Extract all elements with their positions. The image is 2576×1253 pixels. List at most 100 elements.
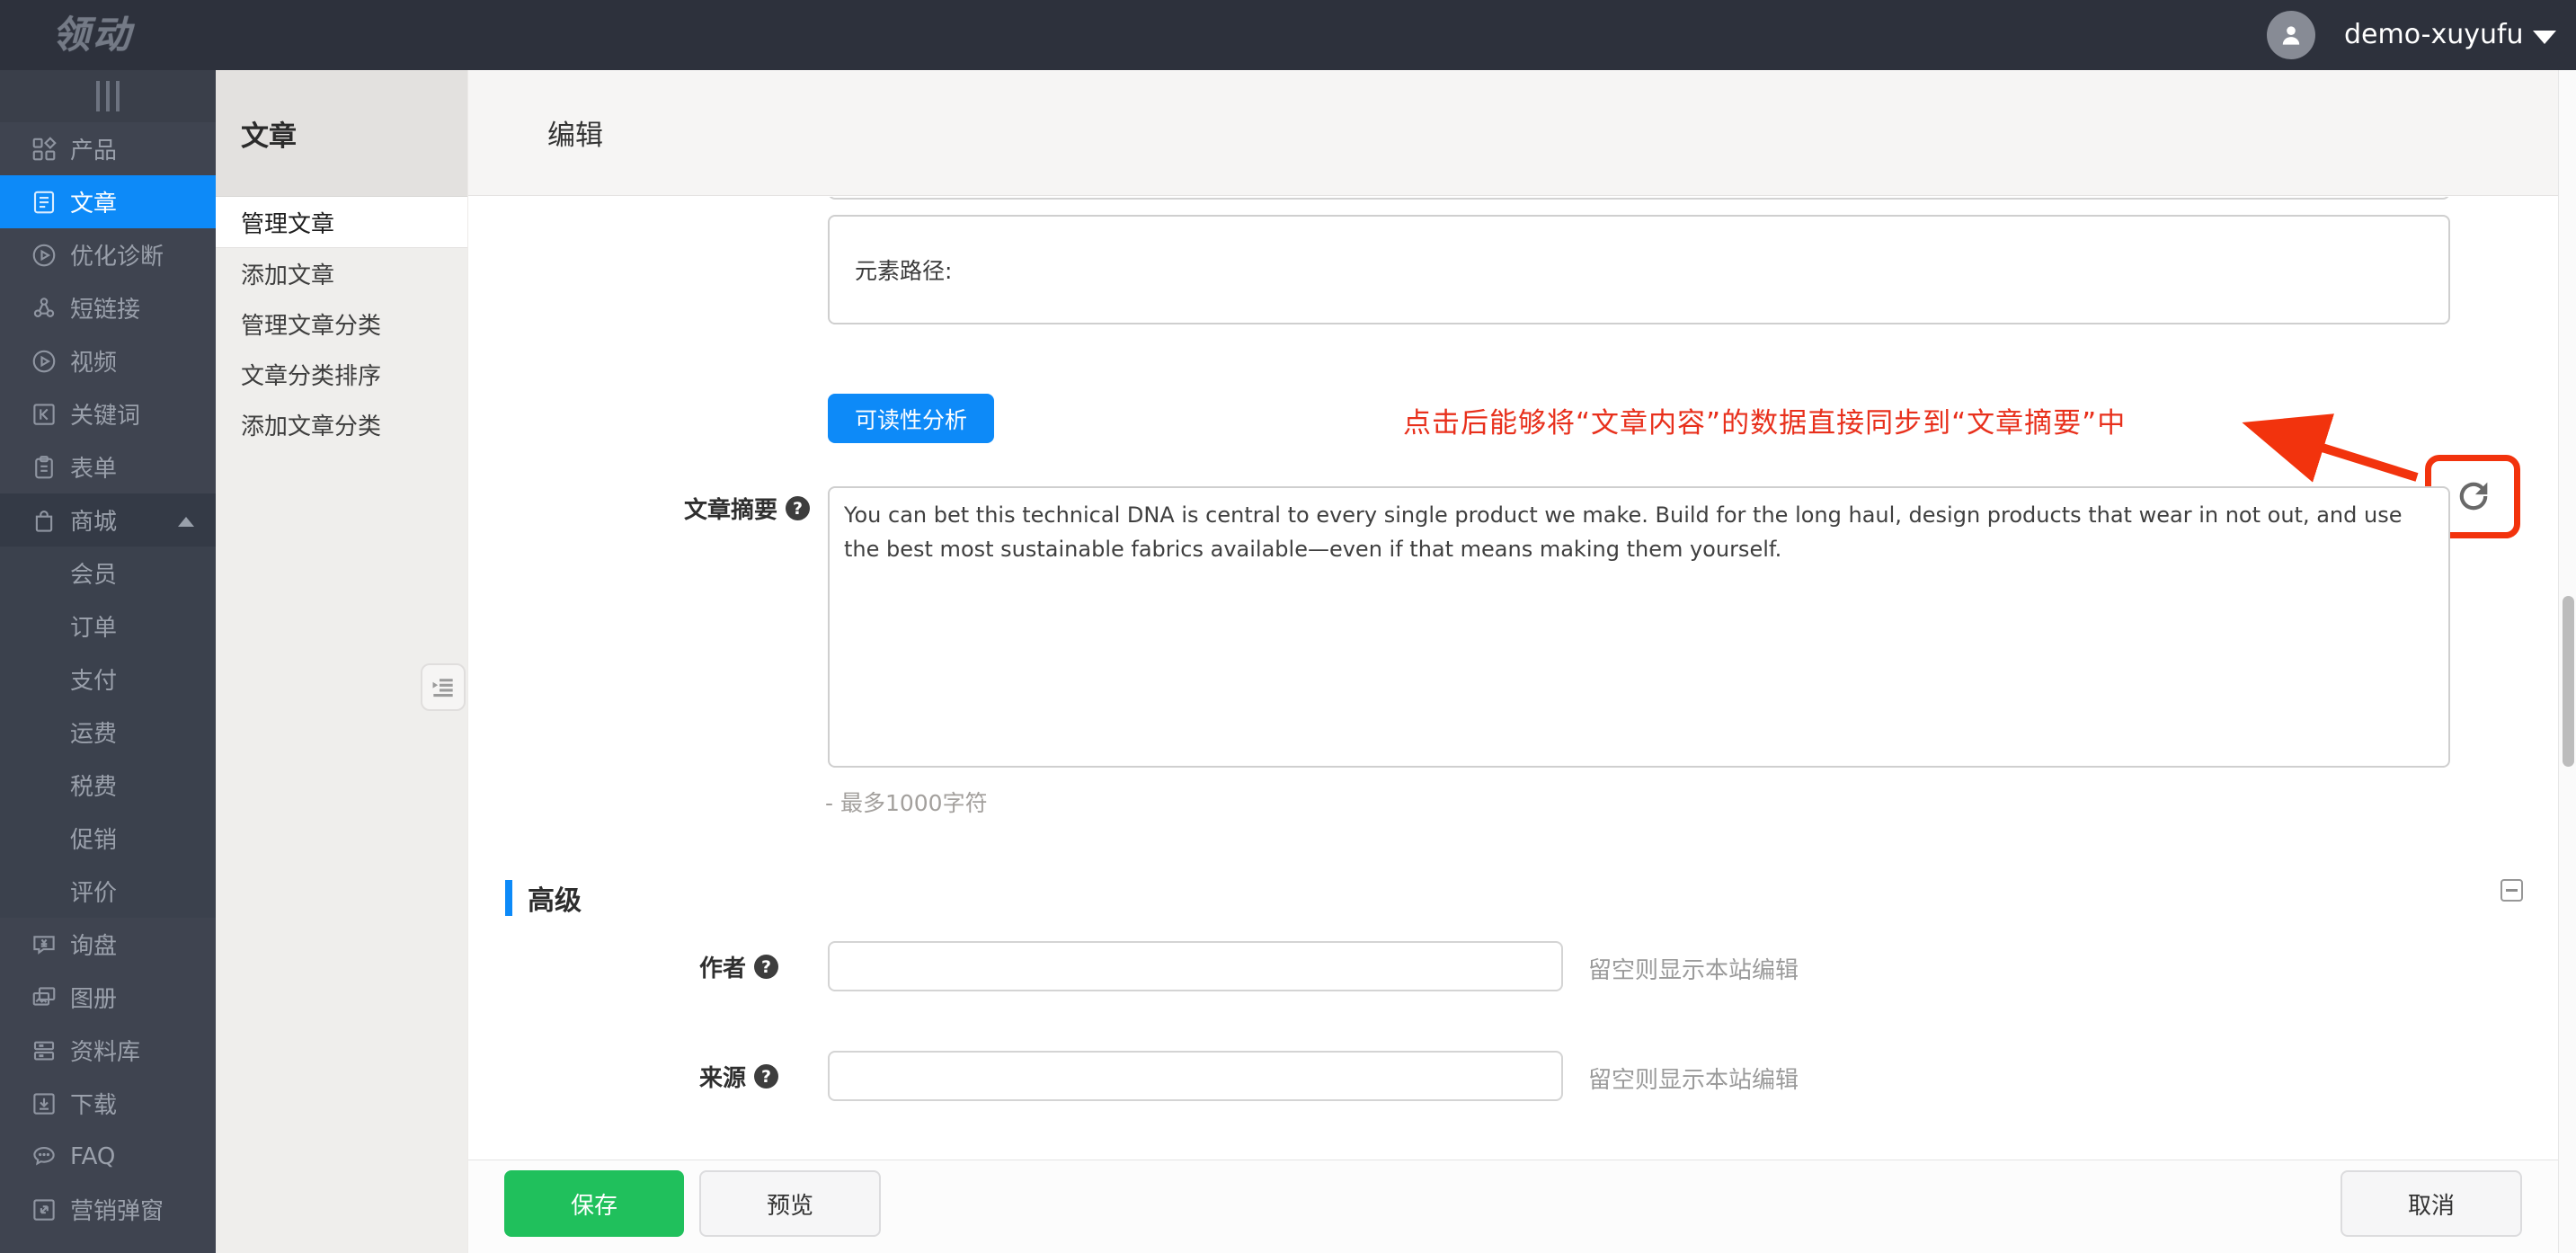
- refresh-icon: [2459, 482, 2488, 511]
- primary-sidebar: 产品文章优化诊断短链接视频关键词表单商城会员订单支付运费税费促销评价询盘图册资料…: [0, 70, 216, 1253]
- summary-hint: - 最多1000字符: [825, 790, 988, 816]
- sidebar-item-4[interactable]: 视频: [0, 334, 216, 387]
- sidebar-collapse-handle[interactable]: [0, 70, 216, 122]
- sidebar-item-label: 优化诊断: [70, 244, 164, 271]
- sidebar-item-label: 资料库: [70, 1039, 141, 1066]
- sidebar-item-5[interactable]: 关键词: [0, 387, 216, 440]
- diagnosis-play-icon: [31, 242, 58, 269]
- author-label-text: 作者: [698, 955, 746, 982]
- user-avatar[interactable]: [2267, 11, 2315, 59]
- sidebar-item-label: FAQ: [70, 1142, 116, 1170]
- sidebar-item-11[interactable]: 运费: [0, 706, 216, 759]
- help-icon[interactable]: ?: [754, 1064, 778, 1089]
- advanced-title: 高级: [528, 885, 582, 917]
- sidebar-item-14[interactable]: 评价: [0, 865, 216, 918]
- sidebar-item-10[interactable]: 支付: [0, 653, 216, 706]
- sidebar-item-15[interactable]: 询盘: [0, 918, 216, 971]
- form-footer: 保存 预览 取消: [468, 1160, 2559, 1253]
- sidebar-item-label: 表单: [70, 456, 118, 483]
- sidebar-item-label: 产品: [70, 138, 118, 164]
- video-play-icon: [31, 348, 58, 375]
- shortlink-nodes-icon: [31, 295, 58, 322]
- sidebar-item-label: 询盘: [70, 933, 118, 960]
- sidebar-menu: 产品文章优化诊断短链接视频关键词表单商城会员订单支付运费税费促销评价询盘图册资料…: [0, 122, 216, 1236]
- sidebar-item-label: 评价: [70, 880, 118, 907]
- sidebar-item-18[interactable]: 下载: [0, 1077, 216, 1130]
- products-grid-icon: [31, 136, 58, 163]
- gallery-image-icon: [31, 984, 58, 1011]
- annotation-arrow: [2242, 413, 2419, 483]
- summary-field-label: 文章摘要 ?: [540, 492, 810, 525]
- sidebar-item-label: 文章: [70, 191, 118, 218]
- sidebar-item-17[interactable]: 资料库: [0, 1024, 216, 1077]
- author-input[interactable]: [828, 941, 1563, 991]
- element-path-label: 元素路径:: [855, 258, 953, 284]
- submenu-item-4[interactable]: 添加文章分类: [216, 399, 467, 449]
- section-collapse-button[interactable]: [2500, 879, 2523, 902]
- readability-analysis-button[interactable]: 可读性分析: [828, 394, 994, 443]
- author-hint: 留空则显示本站编辑: [1588, 957, 1799, 984]
- form-content: 元素路径: 可读性分析 点击后能够将“文章内容”的数据直接同步到“文章摘要”中: [468, 197, 2559, 1160]
- sidebar-item-20[interactable]: 营销弹窗: [0, 1183, 216, 1236]
- person-icon: [2282, 26, 2300, 45]
- mall-bag-icon: [31, 507, 58, 534]
- article-icon: [31, 189, 58, 216]
- download-icon: [31, 1090, 58, 1117]
- summary-textarea[interactable]: You can bet this technical DNA is centra…: [828, 486, 2450, 768]
- faq-bubble-icon: [31, 1143, 58, 1170]
- cancel-button[interactable]: 取消: [2341, 1170, 2522, 1237]
- sidebar-item-label: 营销弹窗: [70, 1198, 164, 1225]
- inquiry-bubble-icon: [31, 931, 58, 958]
- sidebar-item-6[interactable]: 表单: [0, 440, 216, 493]
- sidebar-item-16[interactable]: 图册: [0, 971, 216, 1024]
- sidebar-item-label: 下载: [70, 1092, 118, 1119]
- sidebar-item-label: 税费: [70, 774, 118, 801]
- author-field-label: 作者 ?: [522, 950, 778, 983]
- username-label[interactable]: demo-xuyufu: [2344, 0, 2524, 70]
- submenu-item-1[interactable]: 添加文章: [216, 248, 467, 298]
- top-bar: 领动 demo-xuyufu: [0, 0, 2576, 70]
- sidebar-item-19[interactable]: FAQ: [0, 1130, 216, 1183]
- sidebar-item-label: 短链接: [70, 297, 141, 324]
- preview-button[interactable]: 预览: [699, 1170, 881, 1237]
- sidebar-item-2[interactable]: 优化诊断: [0, 228, 216, 281]
- sidebar-item-label: 运费: [70, 721, 118, 748]
- caret-down-icon[interactable]: [2533, 31, 2556, 44]
- help-icon[interactable]: ?: [786, 496, 810, 520]
- scrollbar-thumb[interactable]: [2563, 596, 2574, 767]
- sidebar-item-0[interactable]: 产品: [0, 122, 216, 175]
- save-button[interactable]: 保存: [504, 1170, 684, 1237]
- sidebar-item-label: 支付: [70, 668, 118, 695]
- submenu-item-0[interactable]: 管理文章: [216, 197, 467, 248]
- brand-logo: 领动: [52, 13, 134, 57]
- section-accent-bar: [505, 880, 512, 916]
- sync-refresh-button[interactable]: [2453, 475, 2494, 517]
- scrollbar-track: [2558, 70, 2576, 1253]
- annotation-text: 点击后能够将“文章内容”的数据直接同步到“文章摘要”中: [1403, 407, 2127, 440]
- advanced-section-header: 高级: [505, 880, 582, 917]
- indent-left-icon: [432, 678, 453, 697]
- sidebar-item-12[interactable]: 税费: [0, 759, 216, 812]
- sidebar-item-13[interactable]: 促销: [0, 812, 216, 865]
- sidebar-item-label: 会员: [70, 562, 118, 589]
- sidebar-item-3[interactable]: 短链接: [0, 281, 216, 334]
- chevron-up-icon: [178, 517, 194, 527]
- submenu-item-2[interactable]: 管理文章分类: [216, 298, 467, 349]
- sidebar-item-8[interactable]: 会员: [0, 547, 216, 600]
- source-input[interactable]: [828, 1051, 1563, 1101]
- submenu-toggle-button[interactable]: [421, 663, 466, 711]
- sidebar-item-7[interactable]: 商城: [0, 493, 216, 547]
- source-hint: 留空则显示本站编辑: [1588, 1067, 1799, 1094]
- sidebar-item-1[interactable]: 文章: [0, 175, 216, 228]
- submenu-list: 管理文章 添加文章 管理文章分类 文章分类排序 添加文章分类: [216, 197, 467, 449]
- library-stack-icon: [31, 1037, 58, 1064]
- secondary-sidebar: 文章 管理文章 添加文章 管理文章分类 文章分类排序 添加文章分类: [216, 70, 467, 1253]
- help-icon[interactable]: ?: [754, 955, 778, 979]
- keyword-k-icon: [31, 401, 58, 428]
- sidebar-item-9[interactable]: 订单: [0, 600, 216, 653]
- main-panel: 编辑 元素路径: 可读性分析 点击后能够将“文章内容”的数据直接同步到“文章摘要…: [467, 70, 2559, 1253]
- sidebar-item-label: 关键词: [70, 403, 141, 430]
- submenu-item-3[interactable]: 文章分类排序: [216, 349, 467, 399]
- page-title: 编辑: [468, 70, 2559, 196]
- form-clipboard-icon: [31, 454, 58, 481]
